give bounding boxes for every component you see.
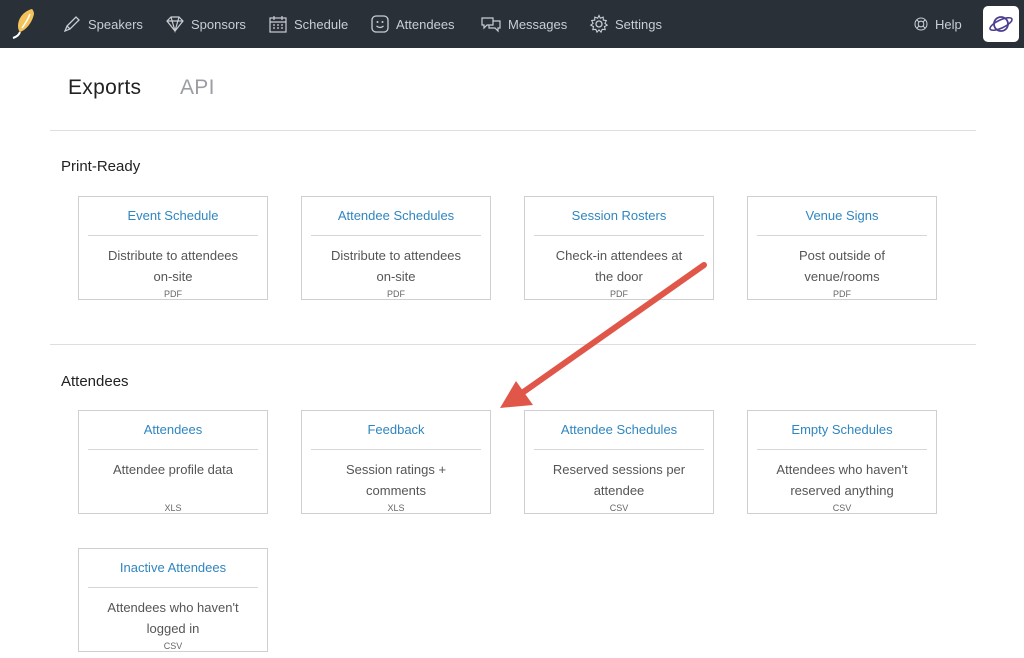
card-title[interactable]: Attendees xyxy=(79,422,267,437)
nav-help-label: Help xyxy=(935,16,962,32)
nav-messages-label: Messages xyxy=(508,16,568,32)
card-divider xyxy=(757,235,927,236)
top-nav-bar: Speakers Sponsors Schedule Attendees Mes… xyxy=(0,0,1024,48)
card-divider xyxy=(88,587,258,588)
section-title-print-ready: Print-Ready xyxy=(61,158,141,175)
card-format-label: CSV xyxy=(832,503,852,513)
card-description: Distribute to attendees on-site xyxy=(107,248,239,284)
card-description: Distribute to attendees on-site xyxy=(330,248,462,284)
card-description: Check-in attendees at the door xyxy=(555,248,683,284)
card-divider xyxy=(534,449,704,450)
export-card-attendees[interactable]: Attendees Attendee profile data XLS xyxy=(78,410,268,514)
export-card-event-schedule[interactable]: Event Schedule Distribute to attendees on… xyxy=(78,196,268,300)
section-title-attendees: Attendees xyxy=(61,373,129,390)
gear-icon xyxy=(589,14,609,34)
diamond-icon xyxy=(166,16,184,34)
nav-schedule[interactable]: Schedule xyxy=(268,0,348,48)
card-title[interactable]: Session Rosters xyxy=(525,208,713,223)
feather-logo-icon[interactable] xyxy=(10,6,40,42)
card-divider xyxy=(534,235,704,236)
export-card-inactive-attendees[interactable]: Inactive Attendees Attendees who haven't… xyxy=(78,548,268,652)
card-format-label: PDF xyxy=(164,289,182,299)
card-divider xyxy=(88,449,258,450)
nav-speakers[interactable]: Speakers xyxy=(62,0,143,48)
card-divider xyxy=(311,449,481,450)
card-format-label: XLS xyxy=(387,503,405,513)
avatar[interactable] xyxy=(983,6,1019,42)
nav-speakers-label: Speakers xyxy=(88,16,143,32)
card-format-label: CSV xyxy=(163,641,183,651)
nav-attendees-label: Attendees xyxy=(396,16,455,32)
divider xyxy=(50,344,976,345)
nav-schedule-label: Schedule xyxy=(294,16,349,32)
card-divider xyxy=(757,449,927,450)
card-title[interactable]: Attendee Schedules xyxy=(525,422,713,437)
card-format-label: PDF xyxy=(833,289,851,299)
nav-sponsors[interactable]: Sponsors xyxy=(165,0,246,48)
card-description: Attendees who haven't logged in xyxy=(107,600,239,636)
card-description: Post outside of venue/rooms xyxy=(799,248,885,284)
card-title[interactable]: Venue Signs xyxy=(748,208,936,223)
card-title[interactable]: Inactive Attendees xyxy=(79,560,267,575)
export-card-empty-schedules[interactable]: Empty Schedules Attendees who haven't res… xyxy=(747,410,937,514)
card-divider xyxy=(88,235,258,236)
nav-settings-label: Settings xyxy=(615,16,662,32)
card-format-label: PDF xyxy=(610,289,628,299)
nav-messages[interactable]: Messages xyxy=(480,0,567,48)
card-format-label: PDF xyxy=(387,289,405,299)
card-description: Attendees who haven't reserved anything xyxy=(776,462,908,498)
card-title[interactable]: Event Schedule xyxy=(79,208,267,223)
export-card-venue-signs[interactable]: Venue Signs Post outside of venue/rooms P… xyxy=(747,196,937,300)
export-card-session-rosters[interactable]: Session Rosters Check-in attendees at the… xyxy=(524,196,714,300)
card-format-label: XLS xyxy=(164,503,182,513)
nav-settings[interactable]: Settings xyxy=(589,0,662,48)
card-description: Session ratings + comments xyxy=(345,462,447,498)
card-description: Reserved sessions per attendee xyxy=(552,462,686,498)
card-divider xyxy=(311,235,481,236)
nav-help[interactable]: Help xyxy=(913,0,962,48)
card-title[interactable]: Attendee Schedules xyxy=(302,208,490,223)
pen-icon xyxy=(63,16,80,33)
planet-icon xyxy=(989,16,1013,32)
card-format-label: CSV xyxy=(609,503,629,513)
chat-bubbles-icon xyxy=(481,17,501,33)
card-title[interactable]: Feedback xyxy=(302,422,490,437)
tab-exports[interactable]: Exports xyxy=(68,76,141,100)
export-card-attendee-schedules-csv[interactable]: Attendee Schedules Reserved sessions per… xyxy=(524,410,714,514)
export-card-feedback[interactable]: Feedback Session ratings + comments XLS xyxy=(301,410,491,514)
smiley-face-icon xyxy=(371,15,389,33)
nav-attendees[interactable]: Attendees xyxy=(370,0,455,48)
export-card-attendee-schedules-pdf[interactable]: Attendee Schedules Distribute to attende… xyxy=(301,196,491,300)
tab-api[interactable]: API xyxy=(180,76,215,100)
divider xyxy=(50,130,976,131)
card-title[interactable]: Empty Schedules xyxy=(748,422,936,437)
calendar-icon xyxy=(269,16,287,33)
nav-sponsors-label: Sponsors xyxy=(191,16,246,32)
card-description: Attendee profile data xyxy=(113,462,233,477)
lifebuoy-icon xyxy=(914,17,928,31)
